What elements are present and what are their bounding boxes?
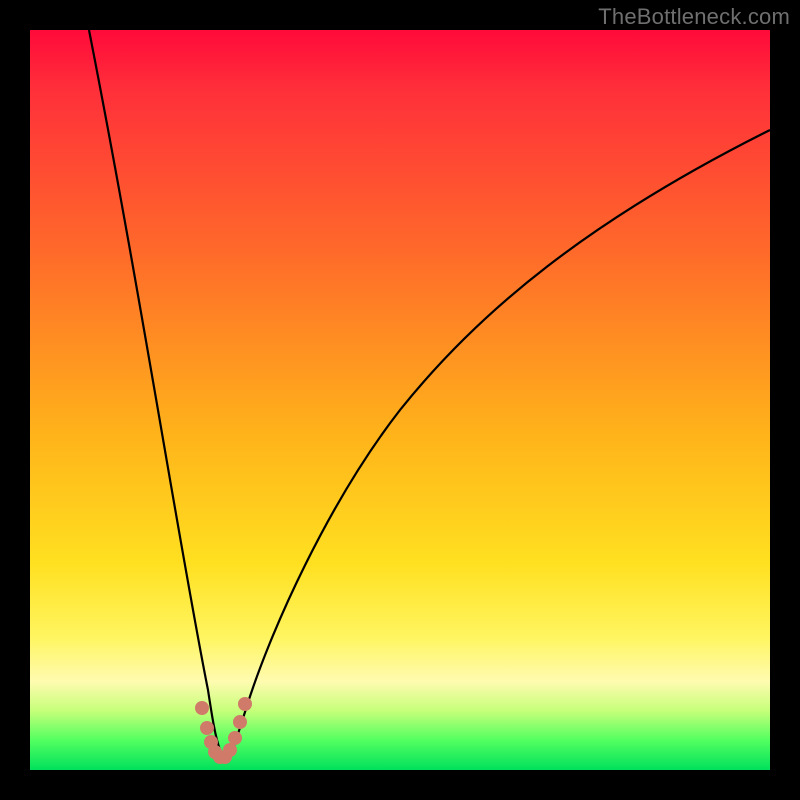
marker-dot (200, 721, 214, 735)
plot-frame (30, 30, 770, 770)
bottleneck-curve (89, 30, 770, 760)
marker-dot (228, 731, 242, 745)
marker-dot (195, 701, 209, 715)
marker-dot (223, 743, 237, 757)
marker-dot (238, 697, 252, 711)
marker-group (195, 697, 252, 764)
watermark-text: TheBottleneck.com (598, 4, 790, 30)
plot-svg (30, 30, 770, 770)
marker-dot (233, 715, 247, 729)
